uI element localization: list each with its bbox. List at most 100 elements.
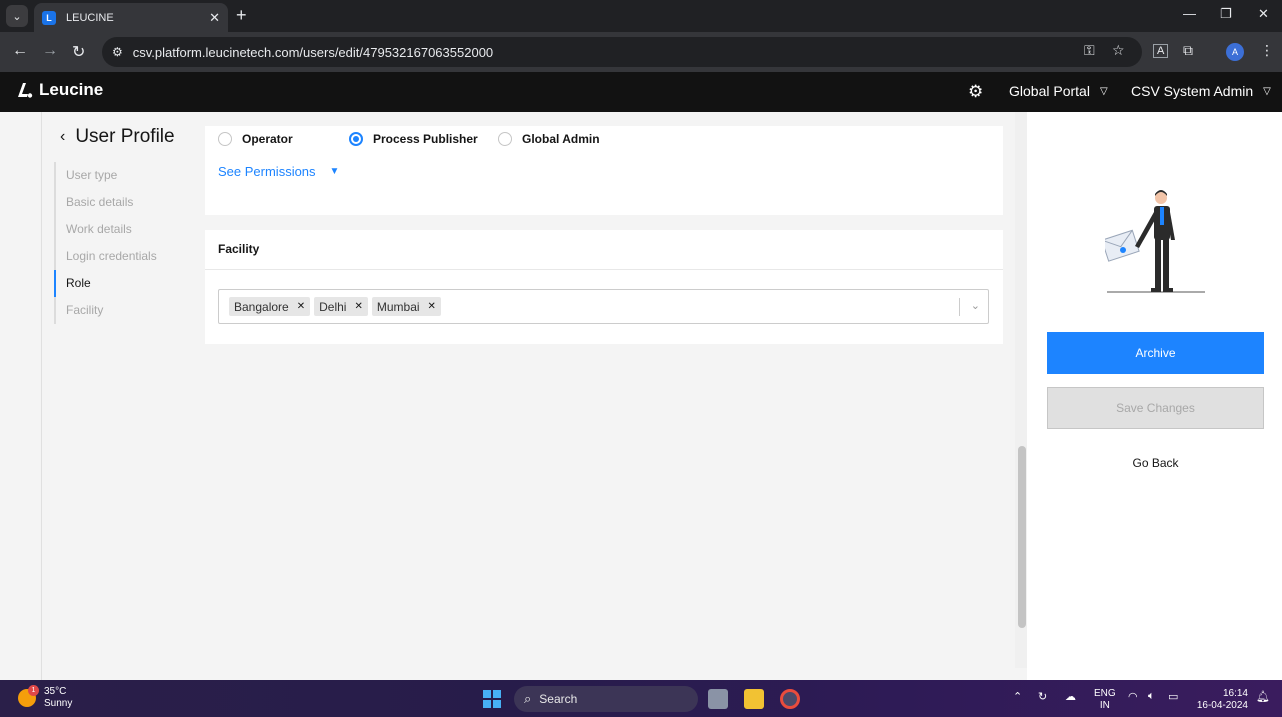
- system-clock[interactable]: 16:14 16-04-2024: [1194, 688, 1248, 712]
- weather-desc: Sunny: [44, 698, 73, 709]
- back-arrow-icon[interactable]: ←: [12, 42, 28, 60]
- tray-chevron-up-icon[interactable]: ⌃: [1013, 690, 1022, 703]
- tab-close-icon[interactable]: ✕: [209, 10, 220, 26]
- chip-remove-icon[interactable]: ✕: [354, 301, 362, 312]
- url-text: csv.platform.leucinetech.com/users/edit/…: [132, 44, 494, 60]
- role-option-operator[interactable]: Operator: [218, 132, 335, 146]
- wifi-icon[interactable]: ◠: [1128, 690, 1138, 703]
- tab-title: LEUCINE: [66, 11, 114, 24]
- role-option-label: Operator: [242, 132, 293, 146]
- brand-name: Leucine: [39, 80, 104, 99]
- tab-search-menu-icon[interactable]: ⌄: [6, 5, 28, 27]
- address-bar[interactable]: ⚙ csv.platform.leucinetech.com/users/edi…: [102, 37, 1142, 67]
- chip-remove-icon[interactable]: ✕: [297, 301, 305, 312]
- chip-remove-icon[interactable]: ✕: [428, 301, 436, 312]
- scrollbar-thumb[interactable]: [1018, 446, 1026, 628]
- chip-label: Delhi: [319, 299, 347, 314]
- facility-chip: Delhi ✕: [314, 297, 368, 316]
- portal-label: Global Portal: [1009, 83, 1090, 99]
- chip-label: Bangalore: [234, 299, 289, 314]
- settings-gear-icon[interactable]: ⚙: [968, 82, 983, 102]
- chrome-icon[interactable]: [780, 689, 800, 709]
- windows-start-icon[interactable]: [483, 690, 501, 708]
- new-tab-icon[interactable]: +: [236, 5, 247, 26]
- windows-taskbar: 1 35°C Sunny ⌕ Search ⌃ ↻ ☁ ENG IN ◠ 🔈︎ …: [0, 680, 1282, 717]
- chevron-down-icon: ▽: [1099, 85, 1108, 97]
- notification-bell-icon[interactable]: 🔔︎: [1256, 690, 1270, 703]
- language-indicator[interactable]: ENG IN: [1094, 688, 1116, 712]
- step-list: User type Basic details Work details Log…: [54, 162, 184, 324]
- clock-date: 16-04-2024: [1196, 700, 1248, 711]
- sun-icon: 1: [18, 685, 39, 707]
- facility-title: Facility: [218, 242, 260, 256]
- browser-tabbar: ⌄ L LEUCINE ✕ + — ❐ ✕: [0, 0, 1282, 32]
- facility-chip: Mumbai ✕: [371, 297, 441, 316]
- role-option-global-admin[interactable]: Global Admin: [498, 132, 600, 146]
- task-view-icon[interactable]: [708, 689, 728, 709]
- lang-bottom: IN: [1099, 700, 1110, 711]
- password-key-icon[interactable]: ⚿: [1084, 42, 1095, 59]
- radio-button-checked[interactable]: [349, 132, 363, 146]
- chevron-down-icon: ▽: [1263, 85, 1271, 97]
- facility-multiselect[interactable]: Bangalore ✕ Delhi ✕ Mumbai ✕ ⌄: [218, 289, 989, 324]
- user-dropdown[interactable]: CSV System Admin ▽: [1131, 83, 1271, 99]
- site-info-icon[interactable]: ⚙: [112, 45, 123, 59]
- volume-icon[interactable]: 🔈︎: [1148, 690, 1155, 703]
- radio-button[interactable]: [498, 132, 512, 146]
- bookmark-star-icon[interactable]: ☆: [1112, 42, 1125, 59]
- archive-button[interactable]: Archive: [1047, 332, 1264, 374]
- chevron-left-icon[interactable]: ‹: [60, 128, 65, 146]
- battery-icon[interactable]: ▭: [1168, 690, 1178, 703]
- page-title-text: User Profile: [75, 126, 175, 147]
- translate-extension-icon[interactable]: A: [1153, 44, 1169, 58]
- leucine-logo-icon: [14, 80, 34, 100]
- minimize-icon[interactable]: —: [1183, 6, 1196, 21]
- see-permissions-toggle[interactable]: See Permissions ▼: [218, 164, 339, 179]
- weather-temp: 35°C: [44, 686, 67, 697]
- file-explorer-icon[interactable]: [744, 689, 764, 709]
- step-user-type[interactable]: User type: [54, 162, 184, 189]
- step-role[interactable]: Role: [54, 270, 184, 297]
- taskbar-search[interactable]: ⌕ Search: [514, 686, 698, 712]
- role-option-label: Global Admin: [522, 132, 600, 146]
- browser-menu-icon[interactable]: ⋮: [1260, 42, 1274, 59]
- sidebar-divider: [41, 112, 42, 680]
- select-separator: [959, 298, 960, 316]
- browser-toolbar: ← → ↻ ⚙ csv.platform.leucinetech.com/use…: [0, 32, 1282, 72]
- browser-tab[interactable]: L LEUCINE ✕: [34, 3, 228, 32]
- step-basic-details[interactable]: Basic details: [54, 189, 184, 216]
- facility-card: Facility Bangalore ✕ Delhi ✕ Mumbai ✕ ⌄: [205, 230, 1003, 344]
- portal-dropdown[interactable]: Global Portal ▽: [1009, 83, 1108, 99]
- leucine-logo[interactable]: Leucine: [14, 80, 103, 100]
- window-close-icon[interactable]: ✕: [1258, 6, 1269, 22]
- role-radio-group: Operator Process Publisher Global Admin: [218, 132, 614, 146]
- role-option-process-publisher[interactable]: Process Publisher: [349, 132, 484, 146]
- step-facility[interactable]: Facility: [54, 297, 184, 324]
- step-login-credentials[interactable]: Login credentials: [54, 243, 184, 270]
- role-option-label: Process Publisher: [373, 132, 478, 146]
- reload-icon[interactable]: ↻: [72, 42, 85, 62]
- extensions-puzzle-icon[interactable]: ⧉: [1183, 42, 1193, 59]
- user-label: CSV System Admin: [1131, 83, 1254, 99]
- sync-icon[interactable]: ↻: [1038, 690, 1047, 703]
- see-permissions-label: See Permissions: [218, 164, 316, 179]
- restore-icon[interactable]: ❐: [1220, 6, 1232, 22]
- step-work-details[interactable]: Work details: [54, 216, 184, 243]
- weather-widget[interactable]: 1 35°C Sunny: [18, 685, 73, 710]
- profile-avatar[interactable]: A: [1226, 43, 1244, 61]
- go-back-button[interactable]: Go Back: [1047, 442, 1264, 484]
- clock-time: 16:14: [1222, 688, 1248, 699]
- profile-sidebar: ‹ User Profile User type Basic details W…: [0, 112, 195, 680]
- card-divider: [205, 269, 1003, 270]
- chip-label: Mumbai: [376, 299, 420, 314]
- save-changes-button[interactable]: Save Changes: [1047, 387, 1264, 429]
- action-panel: Archive Save Changes Go Back: [1027, 112, 1282, 680]
- chevron-down-icon[interactable]: ⌄: [971, 299, 980, 312]
- app-header: Leucine ⚙ Global Portal ▽ CSV System Adm…: [0, 72, 1282, 112]
- onedrive-cloud-icon[interactable]: ☁: [1065, 690, 1076, 703]
- forward-arrow-icon[interactable]: →: [42, 42, 58, 60]
- taskbar-search-label: Search: [539, 692, 578, 706]
- radio-button[interactable]: [218, 132, 232, 146]
- page-title[interactable]: ‹ User Profile: [60, 126, 175, 148]
- search-icon: ⌕: [524, 691, 532, 706]
